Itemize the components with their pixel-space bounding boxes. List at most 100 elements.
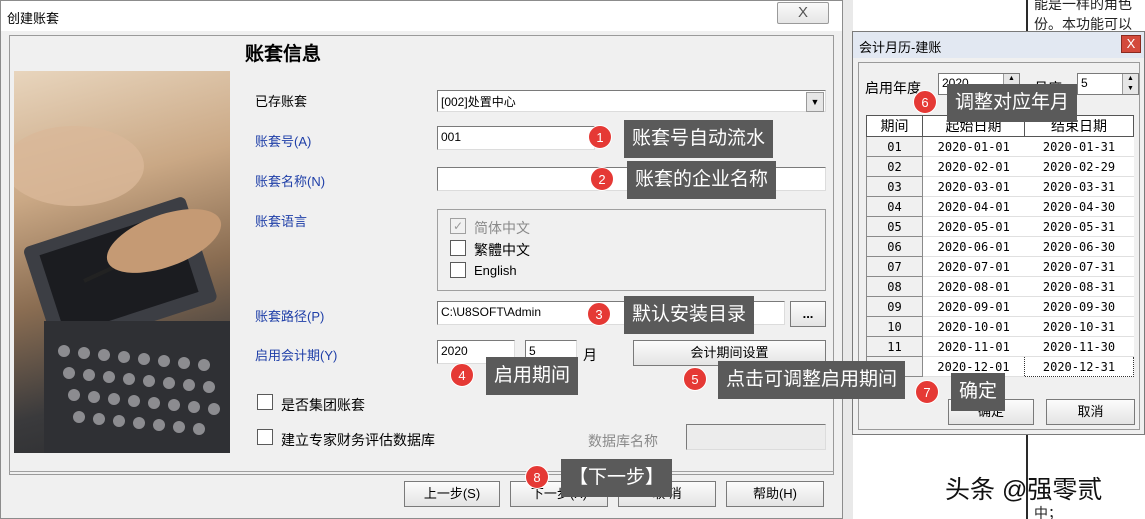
- watermark: 头条 @强零贰: [945, 476, 1103, 504]
- period-row[interactable]: 04 2020-04-01 2020-04-30: [866, 196, 1134, 217]
- close-button[interactable]: X: [777, 2, 829, 24]
- callout-label: 【下一步】: [561, 459, 673, 497]
- chevron-down-icon[interactable]: ▼: [806, 92, 824, 112]
- browse-button[interactable]: ...: [790, 301, 826, 327]
- existing-account-select[interactable]: [002]处置中心 ▼: [437, 90, 826, 112]
- account-code-label: 账套号(A): [255, 134, 312, 149]
- expert-db-checkbox[interactable]: [257, 429, 273, 445]
- account-name-label: 账套名称(N): [255, 174, 326, 189]
- document-line: 能是一样的角色: [1034, 0, 1132, 12]
- start-date-cell: 2020-01-01: [922, 136, 1025, 157]
- period-row[interactable]: 05 2020-05-01 2020-05-31: [866, 216, 1134, 237]
- callout-badge: 1: [588, 125, 612, 149]
- callout-badge: 3: [587, 302, 611, 326]
- start-date-cell: 2020-03-01: [922, 176, 1025, 197]
- create-account-dialog: 创建账套 X 账套信息 已存账套 [002]处置中心 ▼ 账套号(A) 001: [0, 0, 843, 519]
- callout-label: 点击可调整启用期间: [718, 361, 906, 399]
- period-number-cell: 03: [866, 176, 923, 197]
- period-number-cell: 02: [866, 156, 923, 177]
- db-name-label: 数据库名称: [588, 433, 658, 449]
- dialog-titlebar: 创建账套 X: [1, 1, 842, 31]
- callout-label: 确定: [951, 373, 1006, 411]
- start-date-cell: 2020-05-01: [922, 216, 1025, 237]
- start-date-cell: 2020-08-01: [922, 276, 1025, 297]
- callout-badge: 5: [683, 367, 707, 391]
- period-row[interactable]: 11 2020-11-01 2020-11-30: [866, 336, 1134, 357]
- start-date-cell: 2020-02-01: [922, 156, 1025, 177]
- period-row[interactable]: 08 2020-08-01 2020-08-31: [866, 276, 1134, 297]
- start-date-cell: 2020-07-01: [922, 256, 1025, 277]
- period-number-cell: 07: [866, 256, 923, 277]
- callout-badge: 8: [525, 465, 549, 489]
- period-row[interactable]: 02 2020-02-01 2020-02-29: [866, 156, 1134, 177]
- callout-label: 启用期间: [486, 357, 579, 395]
- calendar-cancel-button[interactable]: 取消: [1046, 399, 1135, 425]
- traditional-chinese-label: 繁體中文: [474, 242, 530, 258]
- footer-separator: [9, 471, 834, 472]
- section-title: 账套信息: [245, 44, 322, 65]
- db-name-input: [686, 424, 826, 450]
- account-code-input[interactable]: 001: [437, 126, 595, 150]
- period-number-cell: 10: [866, 316, 923, 337]
- simplified-chinese-label: 简体中文: [474, 220, 530, 236]
- existing-account-label: 已存账套: [255, 94, 308, 109]
- start-date-cell: 2020-11-01: [922, 336, 1025, 357]
- calendar-title: 会计月历-建账: [859, 40, 942, 55]
- callout-badge: 2: [590, 167, 614, 191]
- calendar-close-button[interactable]: X: [1121, 35, 1141, 53]
- end-date-cell: 2020-05-31: [1024, 216, 1134, 237]
- end-date-cell: 2020-02-29: [1024, 156, 1134, 177]
- simplified-chinese-checkbox[interactable]: ✓: [450, 218, 466, 234]
- period-table: 期间 起始日期 结束日期 01 2020-01-01 2020-01-31 02 202…: [866, 115, 1134, 377]
- col-header-period: 期间: [866, 115, 923, 137]
- month-unit-label: 月: [583, 347, 597, 363]
- callout-label: 账套号自动流水: [624, 120, 774, 158]
- period-row[interactable]: 10 2020-10-01 2020-10-31: [866, 316, 1134, 337]
- end-date-cell: 2020-10-31: [1024, 316, 1134, 337]
- account-language-label: 账套语言: [255, 214, 308, 229]
- callout-label: 调整对应年月: [947, 84, 1078, 122]
- calendar-month-spinner[interactable]: 5 ▲ ▼: [1077, 73, 1139, 95]
- account-path-label: 账套路径(P): [255, 309, 325, 324]
- callout-label: 默认安装目录: [624, 296, 755, 334]
- period-number-cell: 06: [866, 236, 923, 257]
- end-date-cell: 2020-06-30: [1024, 236, 1134, 257]
- start-date-cell: 2020-06-01: [922, 236, 1025, 257]
- end-date-cell: 2020-09-30: [1024, 296, 1134, 317]
- period-row[interactable]: 07 2020-07-01 2020-07-31: [866, 256, 1134, 277]
- start-period-label: 启用会计期(Y): [255, 348, 338, 363]
- callout-badge: 4: [450, 363, 474, 387]
- callout-badge: 7: [915, 380, 939, 404]
- group-account-checkbox[interactable]: [257, 394, 273, 410]
- english-label: English: [474, 263, 517, 278]
- end-date-cell: 2020-11-30: [1024, 336, 1134, 357]
- period-number-cell: 08: [866, 276, 923, 297]
- end-date-cell: 2020-01-31: [1024, 136, 1134, 157]
- callout-label: 账套的企业名称: [627, 161, 777, 199]
- expert-db-label: 建立专家财务评估数据库: [281, 432, 435, 448]
- calendar-titlebar: 会计月历-建账 X: [853, 32, 1144, 58]
- callout-badge: 6: [913, 90, 937, 114]
- period-row[interactable]: 06 2020-06-01 2020-06-30: [866, 236, 1134, 257]
- period-number-cell: 01: [866, 136, 923, 157]
- period-row[interactable]: 03 2020-03-01 2020-03-31: [866, 176, 1134, 197]
- prev-button[interactable]: 上一步(S): [404, 481, 500, 507]
- hand-typing-photo: [14, 71, 230, 453]
- language-group: ✓ 简体中文 繁體中文 English: [437, 209, 826, 291]
- start-date-cell: 2020-10-01: [922, 316, 1025, 337]
- period-row[interactable]: 01 2020-01-01 2020-01-31: [866, 136, 1134, 157]
- group-account-label: 是否集团账套: [281, 397, 365, 413]
- period-row[interactable]: 09 2020-09-01 2020-09-30: [866, 296, 1134, 317]
- existing-account-value: [002]处置中心: [441, 95, 516, 109]
- period-number-cell: 04: [866, 196, 923, 217]
- dialog-title: 创建账套: [7, 11, 60, 26]
- period-number-cell: 11: [866, 336, 923, 357]
- english-checkbox[interactable]: [450, 262, 466, 278]
- end-date-cell: 2020-08-31: [1024, 276, 1134, 297]
- spinner-arrows-icon[interactable]: ▲▼: [1122, 74, 1138, 94]
- end-date-cell: 2020-04-30: [1024, 196, 1134, 217]
- end-date-cell: 2020-07-31: [1024, 256, 1134, 277]
- traditional-chinese-checkbox[interactable]: [450, 240, 466, 256]
- help-button[interactable]: 帮助(H): [726, 481, 824, 507]
- period-number-cell: 05: [866, 216, 923, 237]
